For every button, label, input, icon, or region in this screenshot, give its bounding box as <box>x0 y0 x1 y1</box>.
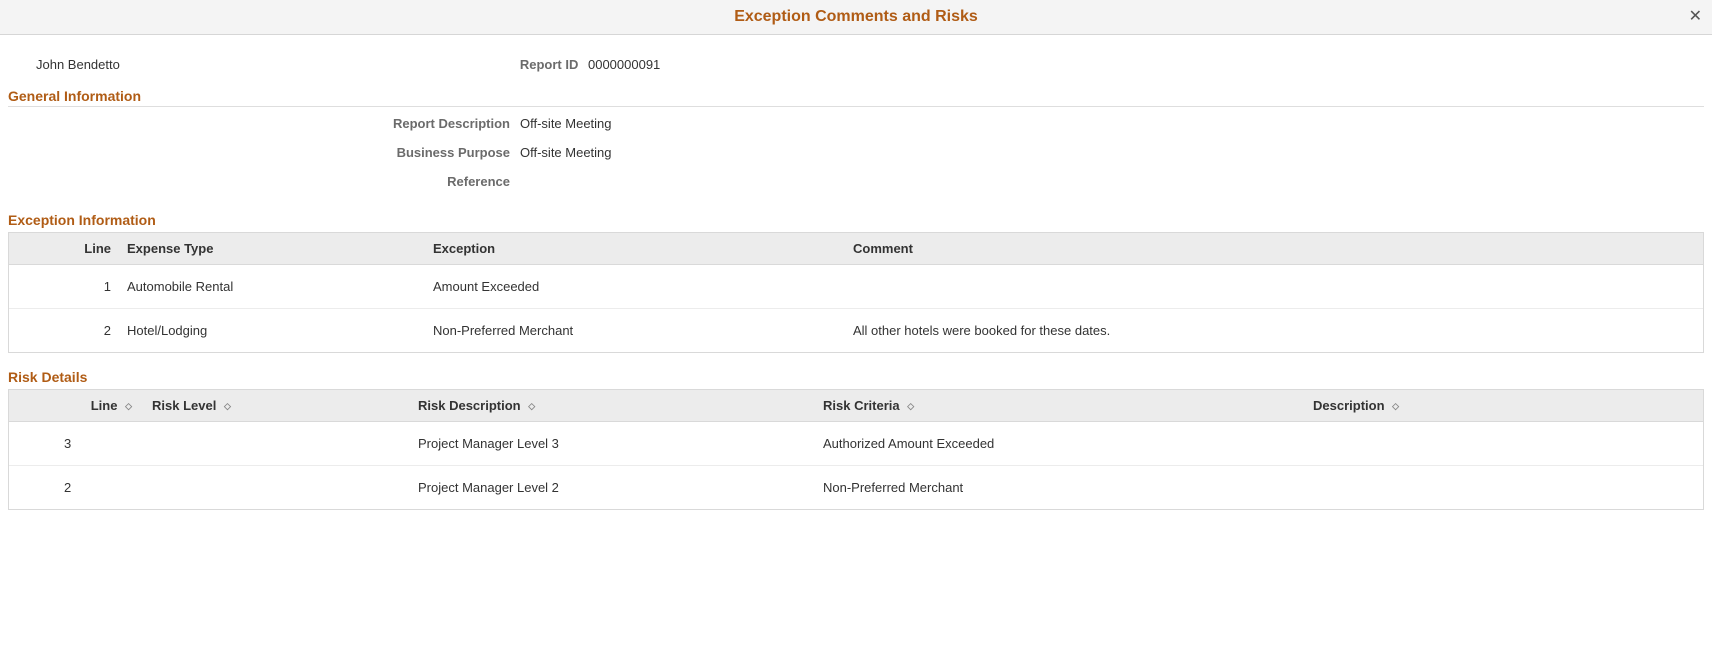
user-name: John Bendetto <box>36 57 120 72</box>
cell-risk-description: Project Manager Level 2 <box>414 480 819 495</box>
table-row: 2 Hotel/Lodging Non-Preferred Merchant A… <box>9 309 1703 352</box>
col-header-risk-criteria[interactable]: Risk Criteria ◇ <box>819 398 1309 413</box>
col-header-risk-description-text: Risk Description <box>418 398 521 413</box>
value-report-description: Off-site Meeting <box>520 116 612 131</box>
report-id-field: Report ID 0000000091 <box>520 57 660 72</box>
col-header-risk-level-text: Risk Level <box>152 398 216 413</box>
report-id-label: Report ID <box>520 57 579 72</box>
report-id-value: 0000000091 <box>588 57 660 72</box>
sort-icon: ◇ <box>125 402 132 411</box>
col-header-description[interactable]: Description ◇ <box>1309 398 1703 413</box>
cell-risk-level <box>144 436 414 451</box>
label-reference: Reference <box>8 174 520 189</box>
cell-comment: All other hotels were booked for these d… <box>849 323 1703 338</box>
close-icon[interactable]: ✕ <box>1689 9 1702 25</box>
col-header-line[interactable]: Line ◇ <box>9 398 144 413</box>
col-header-risk-level[interactable]: Risk Level ◇ <box>144 398 414 413</box>
summary-row: John Bendetto Report ID 0000000091 <box>8 35 1704 86</box>
col-header-risk-criteria-text: Risk Criteria <box>823 398 900 413</box>
cell-line: 3 <box>9 436 144 451</box>
table-row: 3 Project Manager Level 3 Authorized Amo… <box>9 422 1703 466</box>
field-report-description: Report Description Off-site Meeting <box>8 109 1704 138</box>
field-reference: Reference <box>8 167 1704 196</box>
col-header-comment: Comment <box>849 241 1703 256</box>
field-business-purpose: Business Purpose Off-site Meeting <box>8 138 1704 167</box>
value-business-purpose: Off-site Meeting <box>520 145 612 160</box>
label-business-purpose: Business Purpose <box>8 145 520 160</box>
sort-icon: ◇ <box>224 402 231 411</box>
col-header-line-text: Line <box>91 398 118 413</box>
cell-exception: Amount Exceeded <box>429 279 849 294</box>
table-row: 2 Project Manager Level 2 Non-Preferred … <box>9 466 1703 509</box>
cell-expense-type: Automobile Rental <box>119 279 429 294</box>
cell-line: 2 <box>9 480 144 495</box>
col-header-risk-description[interactable]: Risk Description ◇ <box>414 398 819 413</box>
section-title-general: General Information <box>8 86 1704 107</box>
content: John Bendetto Report ID 0000000091 Gener… <box>0 35 1712 530</box>
cell-comment <box>849 279 1703 294</box>
cell-line: 2 <box>9 323 119 338</box>
cell-line: 1 <box>9 279 119 294</box>
col-header-expense-type: Expense Type <box>119 241 429 256</box>
sort-icon: ◇ <box>907 402 914 411</box>
cell-description <box>1309 436 1703 451</box>
risk-table-header: Line ◇ Risk Level ◇ Risk Description ◇ R… <box>9 390 1703 422</box>
cell-risk-level <box>144 480 414 495</box>
cell-expense-type: Hotel/Lodging <box>119 323 429 338</box>
table-row: 1 Automobile Rental Amount Exceeded <box>9 265 1703 309</box>
label-report-description: Report Description <box>8 116 520 131</box>
exception-table-header: Line Expense Type Exception Comment <box>9 233 1703 265</box>
cell-risk-description: Project Manager Level 3 <box>414 436 819 451</box>
col-header-line: Line <box>9 241 119 256</box>
col-header-exception: Exception <box>429 241 849 256</box>
cell-risk-criteria: Authorized Amount Exceeded <box>819 436 1309 451</box>
sort-icon: ◇ <box>528 402 535 411</box>
section-title-exception: Exception Information <box>8 210 1704 230</box>
risk-table: Line ◇ Risk Level ◇ Risk Description ◇ R… <box>8 389 1704 510</box>
section-title-risk: Risk Details <box>8 367 1704 387</box>
modal-header: Exception Comments and Risks ✕ <box>0 0 1712 35</box>
cell-description <box>1309 480 1703 495</box>
col-header-description-text: Description <box>1313 398 1385 413</box>
page-title: Exception Comments and Risks <box>12 8 1700 26</box>
general-info-block: Report Description Off-site Meeting Busi… <box>8 109 1704 196</box>
cell-risk-criteria: Non-Preferred Merchant <box>819 480 1309 495</box>
sort-icon: ◇ <box>1392 402 1399 411</box>
cell-exception: Non-Preferred Merchant <box>429 323 849 338</box>
exception-table: Line Expense Type Exception Comment 1 Au… <box>8 232 1704 353</box>
